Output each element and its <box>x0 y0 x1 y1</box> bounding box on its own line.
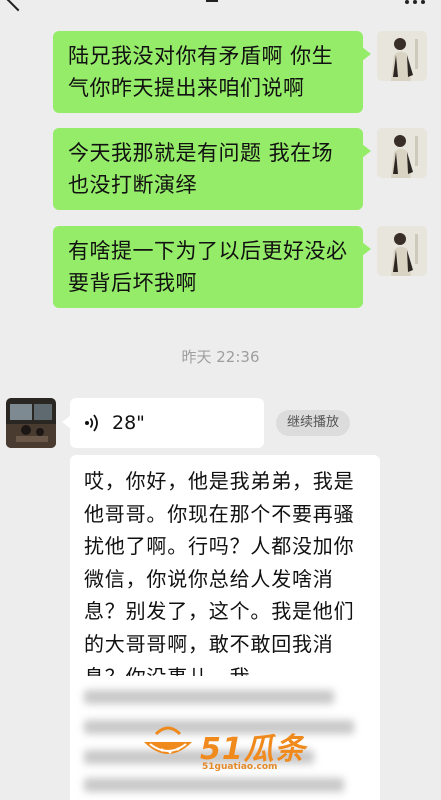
top-bar <box>0 0 441 12</box>
voice-duration: 28" <box>112 412 145 434</box>
chat-timestamp: 昨天 22:36 <box>181 348 260 366</box>
chevron-left-icon[interactable] <box>6 0 30 12</box>
message-text: 陆兄我没对你有矛盾啊 你生气你昨天提出来咱们说啊 <box>68 44 334 100</box>
message-text: 今天我那就是有问题 我在场也没打断演绎 <box>68 141 334 197</box>
message-text: 有啥提一下为了以后更好没必要背后坏我啊 <box>68 239 348 295</box>
sent-message-bubble[interactable]: 有啥提一下为了以后更好没必要背后坏我啊 <box>53 226 371 308</box>
transcript-text: 哎，你好，他是我弟弟，我是他哥哥。你现在那个不要再骚扰他了啊。行吗？人都没加你微… <box>84 469 355 689</box>
contact-avatar[interactable] <box>6 398 56 448</box>
title-fragment <box>206 0 218 2</box>
my-avatar[interactable] <box>377 226 427 276</box>
watermark-domain: 51guatiao.com <box>202 762 278 772</box>
voice-message-bubble[interactable]: 28" <box>62 398 264 448</box>
watermark-logo: 51瓜条 51guatiao.com <box>140 718 310 778</box>
my-avatar[interactable] <box>377 128 427 178</box>
sent-message-bubble[interactable]: 陆兄我没对你有矛盾啊 你生气你昨天提出来咱们说啊 <box>53 31 371 113</box>
continue-play-button[interactable]: 继续播放 <box>276 410 351 436</box>
more-dots-icon[interactable] <box>405 0 425 6</box>
watermark-melon-icon <box>144 726 192 754</box>
sent-message-bubble[interactable]: 今天我那就是有问题 我在场也没打断演绎 <box>53 128 371 210</box>
voice-wave-icon <box>85 414 98 432</box>
my-avatar[interactable] <box>377 31 427 81</box>
